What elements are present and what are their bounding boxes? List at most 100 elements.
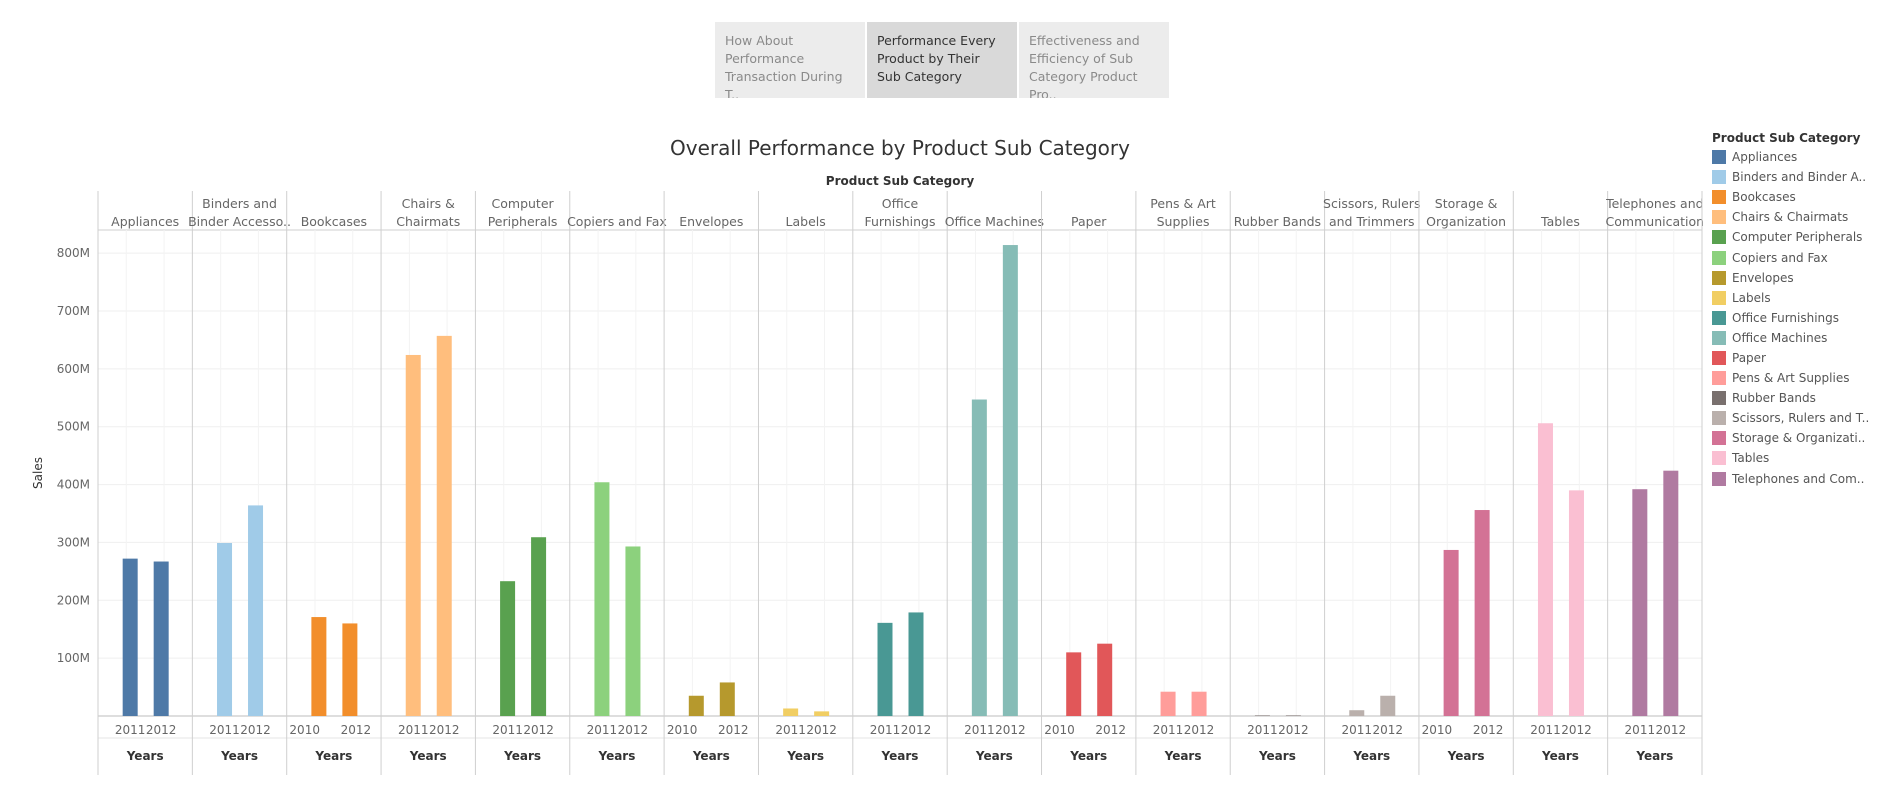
bar — [1254, 715, 1270, 716]
legend-swatch — [1712, 150, 1726, 165]
x-tick-label: 2012 — [523, 723, 554, 737]
x-axis-label: Years — [1164, 749, 1202, 763]
legend-label: Telephones and Com.. — [1732, 471, 1865, 486]
legend-items: Appliances Binders and Binder A.. Bookcase… — [1712, 147, 1880, 489]
legend-label: Office Furnishings — [1732, 310, 1840, 325]
bar — [500, 581, 516, 716]
bar — [217, 543, 233, 716]
legend-item[interactable]: Chairs & Chairmats — [1712, 207, 1880, 227]
legend: Product Sub Category Appliances Binders a… — [1712, 131, 1880, 489]
legend-item[interactable]: Office Furnishings — [1712, 308, 1880, 328]
x-axis-label: Years — [220, 749, 258, 763]
bar — [1285, 715, 1301, 716]
y-tick-label: 100M — [57, 651, 90, 665]
legend-item[interactable]: Binders and Binder A.. — [1712, 167, 1880, 187]
x-tick-label: 2012 — [240, 723, 271, 737]
x-axis-label: Years — [786, 749, 824, 763]
legend-item[interactable]: Scissors, Rulers and T.. — [1712, 408, 1880, 428]
bar — [1443, 549, 1459, 716]
legend-item[interactable]: Copiers and Fax — [1712, 247, 1880, 267]
x-tick-label: 2011 — [1625, 723, 1656, 737]
x-tick-label: 2010 — [289, 723, 320, 737]
x-tick-label: 2011 — [964, 723, 995, 737]
legend-item[interactable]: Appliances — [1712, 147, 1880, 167]
legend-swatch — [1712, 210, 1726, 225]
column-header-label: Organization — [1426, 214, 1506, 229]
column-header-label: Chairs & — [402, 196, 455, 211]
legend-swatch — [1712, 371, 1726, 386]
legend-swatch — [1712, 350, 1726, 365]
x-axis-label: Years — [1635, 749, 1673, 763]
legend-item[interactable]: Bookcases — [1712, 187, 1880, 207]
bar — [1191, 691, 1207, 716]
bar — [625, 546, 641, 716]
legend-item[interactable]: Labels — [1712, 288, 1880, 308]
legend-swatch — [1712, 270, 1726, 285]
x-tick-label: 2011 — [115, 723, 146, 737]
column-header-label: Furnishings — [864, 214, 935, 229]
x-axis-label: Years — [1541, 749, 1579, 763]
y-tick-label: 300M — [57, 535, 90, 549]
column-header-label: Office — [882, 196, 919, 211]
y-tick-label: 800M — [57, 246, 90, 260]
legend-swatch — [1712, 170, 1726, 185]
x-tick-label: 2011 — [1530, 723, 1561, 737]
y-axis-label: Sales — [31, 457, 45, 489]
legend-label: Appliances — [1732, 150, 1798, 165]
x-tick-label: 2012 — [1656, 723, 1687, 737]
x-tick-label: 2010 — [667, 723, 698, 737]
legend-item[interactable]: Paper — [1712, 348, 1880, 368]
bar — [971, 399, 987, 716]
bar — [531, 537, 547, 716]
legend-item[interactable]: Envelopes — [1712, 268, 1880, 288]
legend-label: Chairs & Chairmats — [1732, 210, 1849, 225]
legend-label: Storage & Organizati.. — [1732, 431, 1866, 446]
column-header-title: Product Sub Category — [826, 174, 975, 188]
x-tick-label: 2011 — [398, 723, 429, 737]
legend-label: Rubber Bands — [1732, 391, 1816, 406]
legend-label: Office Machines — [1732, 330, 1828, 345]
x-axis-label: Years — [881, 749, 919, 763]
bar — [719, 682, 735, 716]
x-tick-label: 2011 — [492, 723, 523, 737]
x-tick-label: 2012 — [995, 723, 1026, 737]
column-header-label: Labels — [786, 214, 826, 229]
x-axis-label: Years — [1069, 749, 1107, 763]
column-header-label: Paper — [1071, 214, 1107, 229]
legend-item[interactable]: Tables — [1712, 448, 1880, 468]
legend-item[interactable]: Pens & Art Supplies — [1712, 368, 1880, 388]
legend-item[interactable]: Computer Peripherals — [1712, 227, 1880, 247]
bar — [1663, 470, 1679, 716]
legend-swatch — [1712, 190, 1726, 205]
legend-item[interactable]: Rubber Bands — [1712, 388, 1880, 408]
bar — [153, 561, 169, 716]
column-header-label: Bookcases — [301, 214, 367, 229]
bar — [908, 612, 924, 716]
column-header-label: Binder Accesso.. — [188, 214, 291, 229]
y-tick-label: 400M — [57, 478, 90, 492]
bar — [405, 354, 421, 716]
legend-label: Paper — [1732, 350, 1766, 365]
legend-label: Pens & Art Supplies — [1732, 371, 1850, 386]
column-header-label: Appliances — [111, 214, 179, 229]
bar — [814, 711, 830, 716]
legend-swatch — [1712, 230, 1726, 245]
x-axis-label: Years — [1352, 749, 1390, 763]
legend-item[interactable]: Storage & Organizati.. — [1712, 428, 1880, 448]
column-header-label: Communication — [1606, 214, 1705, 229]
x-tick-label: 2010 — [1422, 723, 1453, 737]
x-tick-label: 2012 — [1184, 723, 1215, 737]
x-tick-label: 2011 — [1247, 723, 1278, 737]
legend-item[interactable]: Telephones and Com.. — [1712, 469, 1880, 489]
legend-label: Scissors, Rulers and T.. — [1732, 411, 1870, 426]
bar — [688, 695, 704, 716]
x-tick-label: 2012 — [1473, 723, 1504, 737]
x-tick-label: 2012 — [718, 723, 749, 737]
x-axis-label: Years — [597, 749, 635, 763]
legend-label: Binders and Binder A.. — [1732, 170, 1867, 185]
bar — [1537, 423, 1553, 716]
legend-item[interactable]: Office Machines — [1712, 328, 1880, 348]
bar — [342, 623, 358, 716]
column-header-label: Telephones and — [1605, 196, 1704, 211]
bar — [1380, 695, 1396, 716]
